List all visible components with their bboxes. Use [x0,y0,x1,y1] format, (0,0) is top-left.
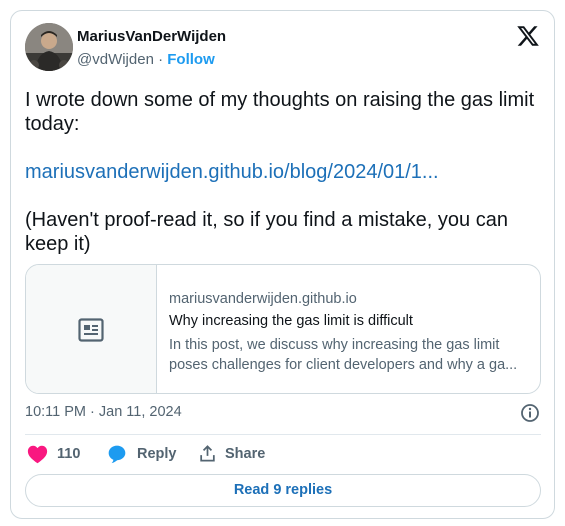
share-icon [200,445,215,462]
tweet-text: I wrote down some of my thoughts on rais… [25,88,535,256]
link-card-description: In this post, we discuss why increasing … [169,335,529,375]
like-count: 110 [57,446,81,462]
follow-button[interactable]: Follow [167,51,215,68]
divider [25,434,541,435]
tweet-link[interactable]: mariusvanderwijden.github.io/blog/2024/0… [25,160,535,184]
link-card-thumbnail [26,265,157,393]
reply-icon [108,445,126,464]
article-icon [78,318,104,342]
separator: · [158,51,164,68]
tweet-text-line1: I wrote down some of my thoughts on rais… [25,89,535,135]
author-name[interactable]: MariusVanDerWijden [77,28,226,45]
reply-label: Reply [137,446,177,462]
tweet-text-line2: (Haven't proof-read it, so if you find a… [25,209,508,255]
timestamp[interactable]: 10:11 PM · Jan 11, 2024 [25,404,182,420]
link-card-description-line2: poses challenges for client developers a… [169,357,518,373]
link-card-title: Why increasing the gas limit is difficul… [169,313,413,329]
author-handle-row: @vdWijden · Follow [77,51,215,68]
link-card-description-line1: In this post, we discuss why increasing … [169,337,500,353]
link-card-domain: mariusvanderwijden.github.io [169,291,357,307]
link-card[interactable]: mariusvanderwijden.github.io Why increas… [25,264,541,394]
avatar[interactable] [25,23,73,71]
read-replies-button[interactable]: Read 9 replies [25,474,541,507]
info-icon[interactable] [520,403,540,423]
x-logo-icon[interactable] [516,24,540,48]
author-handle[interactable]: @vdWijden [77,51,154,68]
share-label: Share [225,446,266,462]
heart-icon [27,445,48,464]
